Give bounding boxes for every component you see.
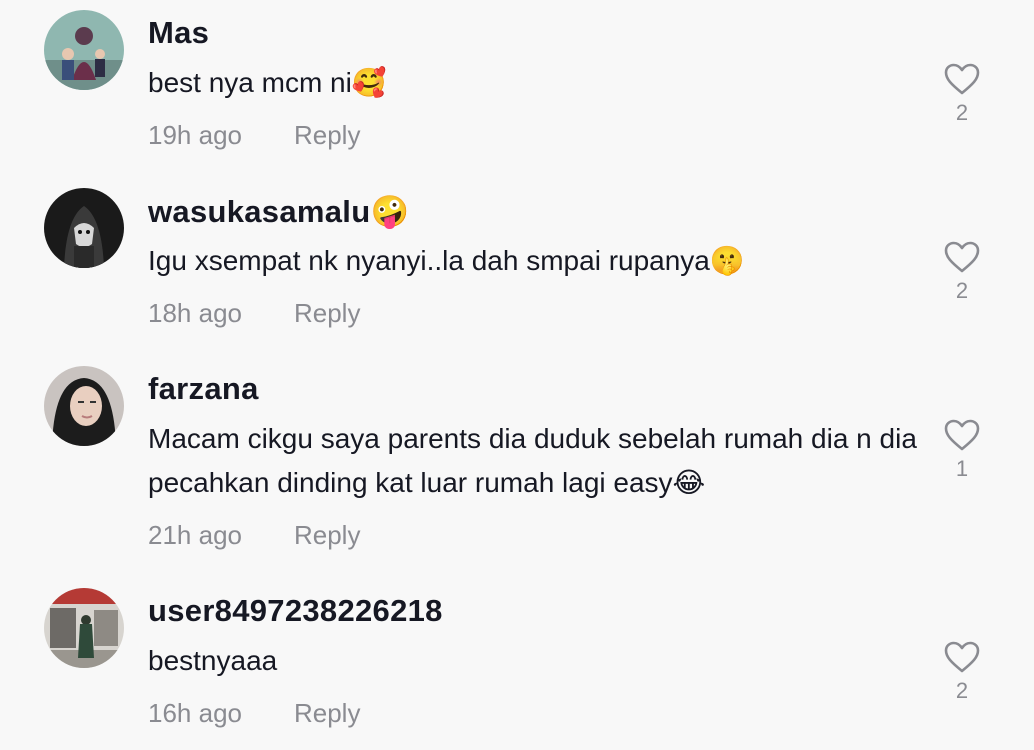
comment-text: Macam cikgu saya parents dia duduk sebel… (148, 423, 917, 498)
username[interactable]: farzana (148, 371, 259, 407)
comment-text: bestnyaaa (148, 645, 278, 676)
timestamp: 18h ago (148, 298, 242, 328)
timestamp: 21h ago (148, 520, 242, 550)
timestamp: 19h ago (148, 120, 242, 150)
comment-meta: 21h ago Reply (148, 520, 360, 551)
like-button[interactable]: 2 (938, 240, 986, 304)
like-count: 1 (955, 456, 969, 481)
heart-icon (944, 419, 980, 451)
street-photo-avatar-icon (44, 588, 124, 668)
reply-button[interactable]: Reply (294, 698, 360, 728)
comment-text: Igu xsempat nk nyanyi..la dah smpai rupa… (148, 245, 745, 276)
avatar[interactable] (44, 588, 124, 668)
timestamp: 16h ago (148, 698, 242, 728)
comment-meta: 18h ago Reply (148, 298, 360, 329)
dark-anime-avatar-icon (44, 188, 124, 268)
reply-button[interactable]: Reply (294, 120, 360, 150)
hijab-portrait-avatar-icon (44, 366, 124, 446)
username[interactable]: wasukasamalu🤪 (148, 193, 409, 230)
like-count: 2 (955, 678, 969, 703)
reply-button[interactable]: Reply (294, 298, 360, 328)
family-photo-avatar-icon (44, 10, 124, 90)
like-count: 2 (955, 100, 969, 125)
avatar[interactable] (44, 366, 124, 446)
heart-icon (944, 641, 980, 673)
avatar[interactable] (44, 10, 124, 90)
avatar[interactable] (44, 188, 124, 268)
like-button[interactable]: 2 (938, 62, 986, 126)
heart-icon (944, 63, 980, 95)
comment-meta: 16h ago Reply (148, 698, 360, 729)
like-button[interactable]: 1 (938, 418, 986, 482)
like-button[interactable]: 2 (938, 640, 986, 704)
username[interactable]: user8497238226218 (148, 593, 443, 629)
heart-icon (944, 241, 980, 273)
comment-meta: 19h ago Reply (148, 120, 360, 151)
reply-button[interactable]: Reply (294, 520, 360, 550)
username[interactable]: Mas (148, 15, 209, 51)
like-count: 2 (955, 278, 969, 303)
comment-text: best nya mcm ni🥰 (148, 67, 387, 98)
